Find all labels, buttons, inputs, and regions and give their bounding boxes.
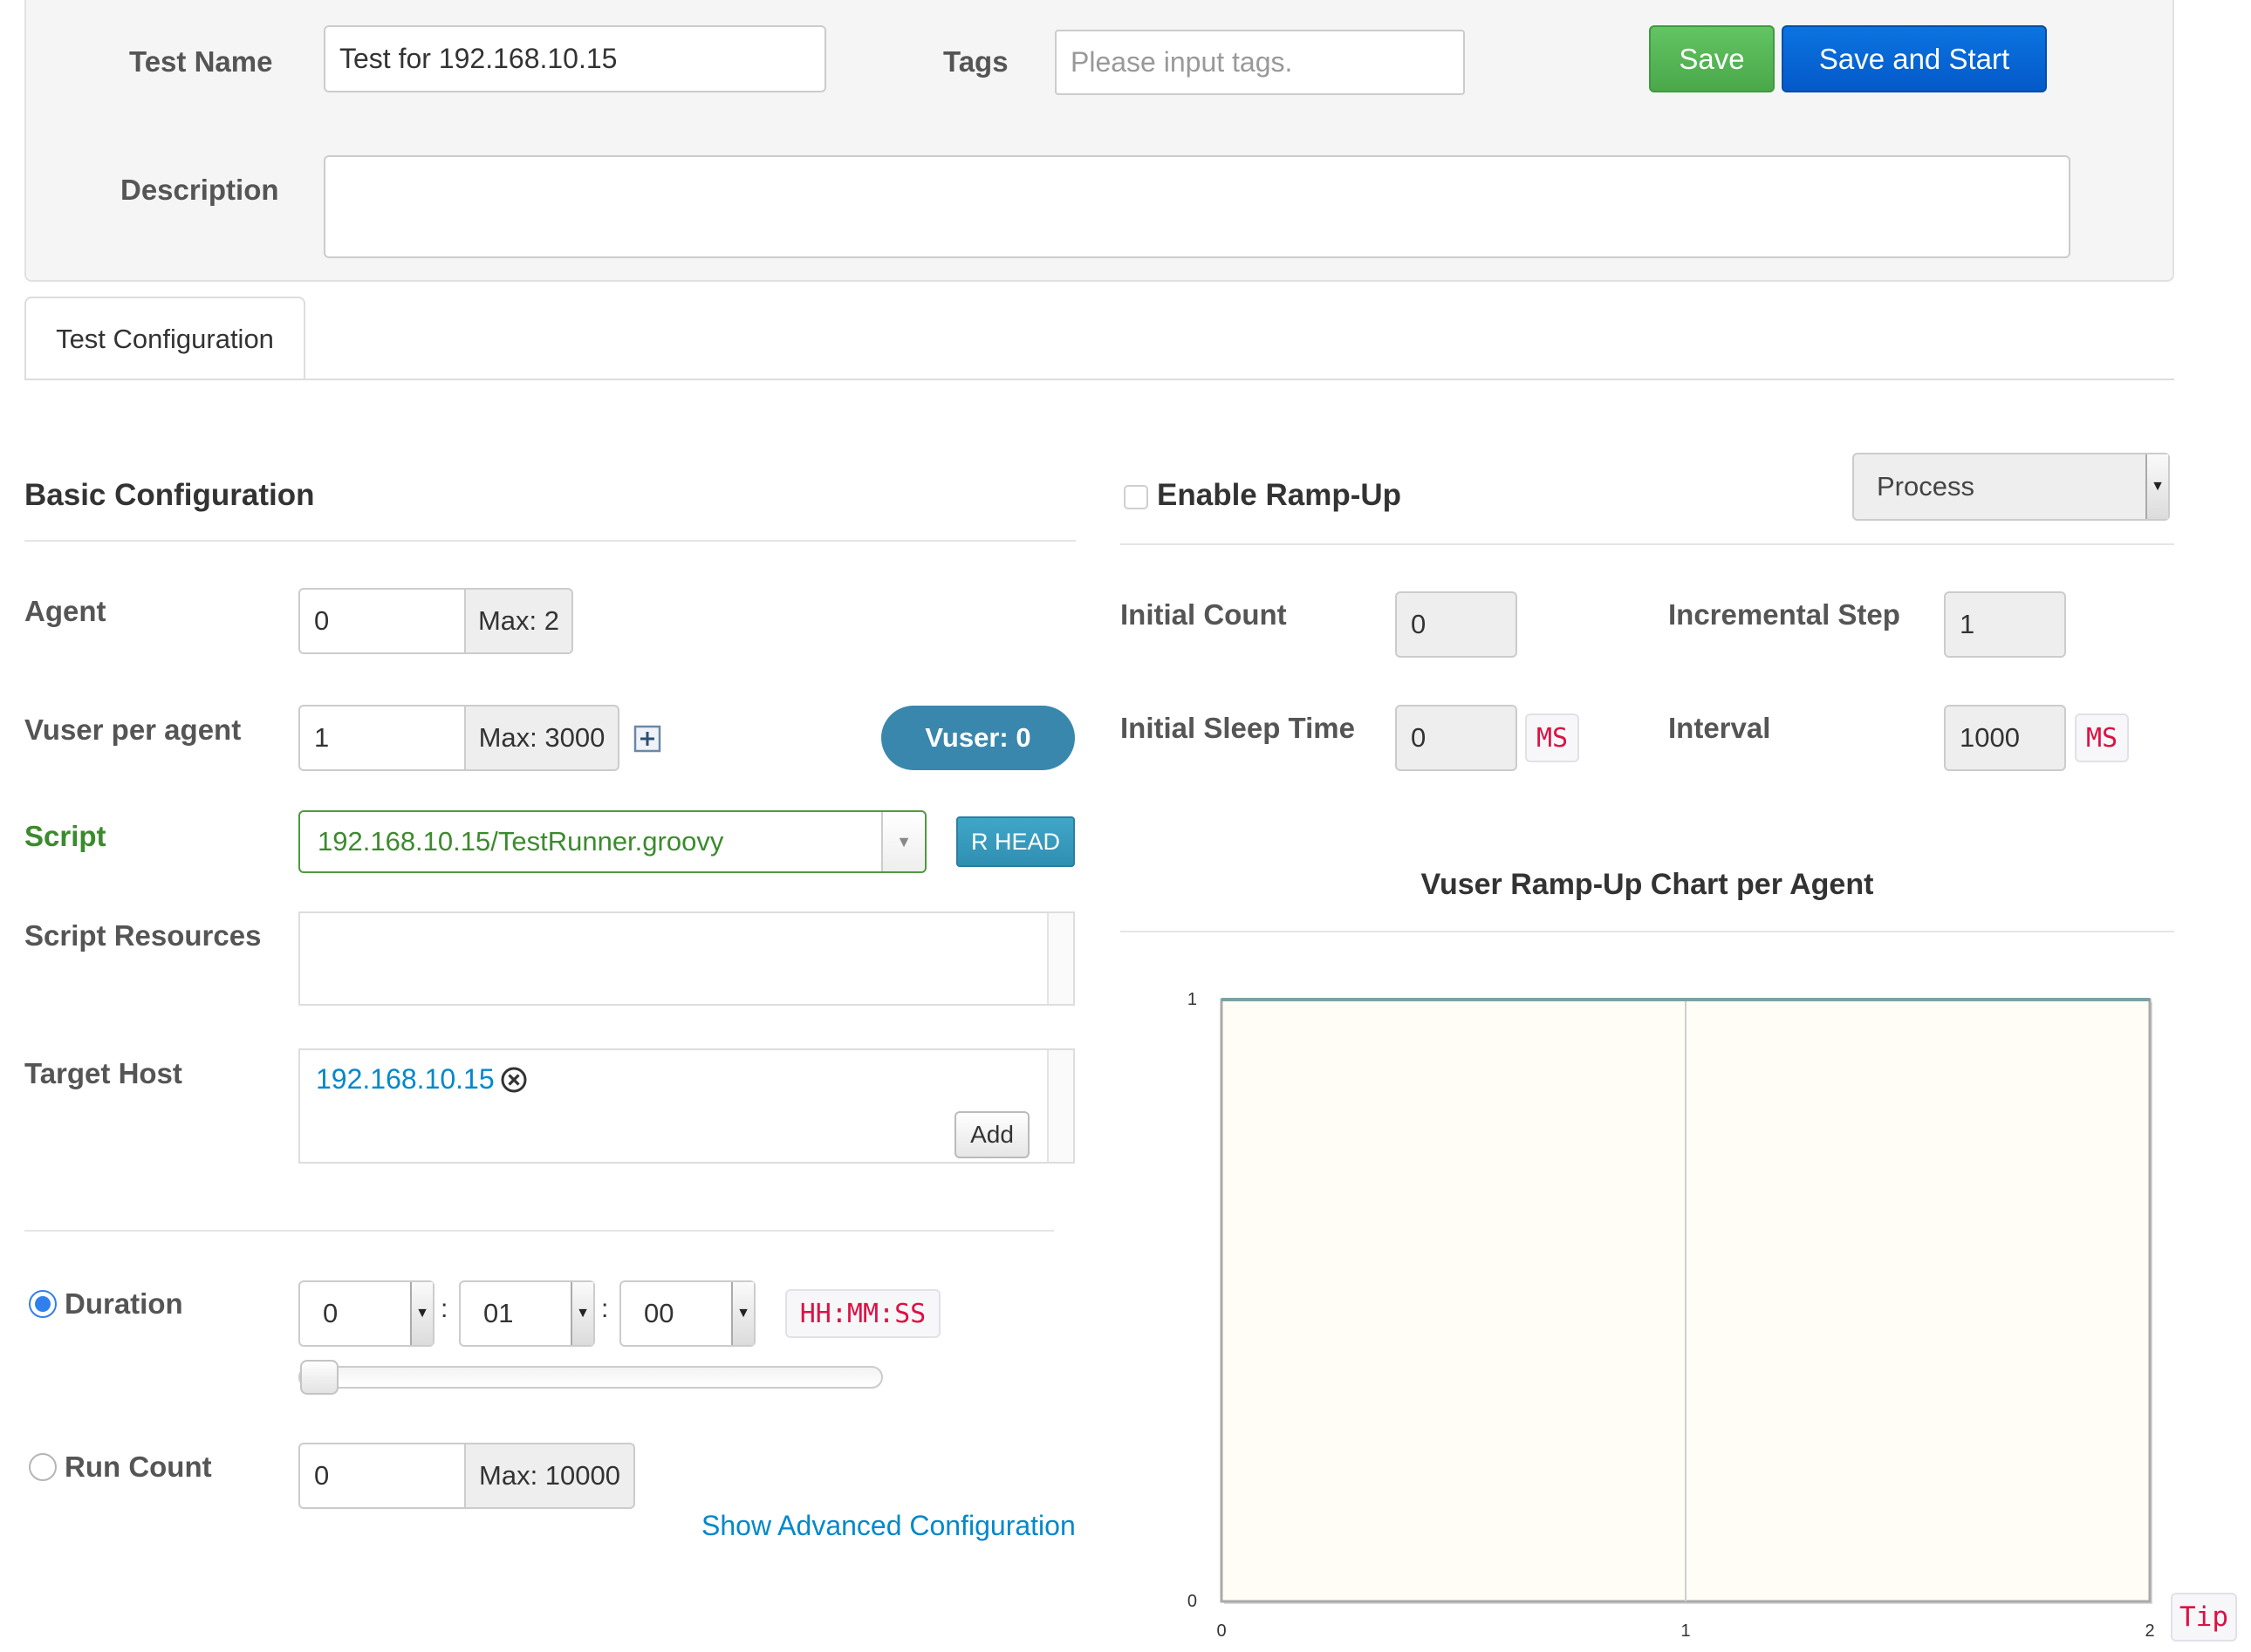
agent-label: Agent [24,595,106,627]
script-label: Script [24,820,106,852]
rampup-type-select[interactable]: Process ▼ [1852,453,2170,521]
basic-config-title: Basic Configuration [24,478,315,512]
save-button[interactable]: Save [1649,25,1775,92]
x-tick-label: 0 [1216,1621,1226,1641]
duration-seconds-value: 00 [644,1298,674,1328]
initial-count-label: Initial Count [1120,598,1287,631]
duration-slider-handle[interactable] [300,1360,339,1395]
duration-hours-select[interactable]: 0 ▼ [298,1280,434,1347]
caret-down-icon: ▼ [731,1282,754,1345]
interval-input[interactable]: 1000 [1944,705,2066,771]
x-tick-label: 2 [2145,1621,2154,1641]
chart-divider [1120,931,2174,932]
agent-value: 0 [314,605,330,636]
duration-label: Duration [65,1287,183,1320]
test-name-label: Test Name [129,45,273,78]
caret-down-icon: ▼ [571,1282,593,1345]
add-host-button[interactable]: Add [954,1111,1030,1158]
vuser-per-agent-label: Vuser per agent [24,713,242,746]
vuser-max-addon: Max: 3000 [464,705,619,771]
script-select[interactable]: 192.168.10.15/TestRunner.groovy ▼ [298,810,927,873]
enable-rampup-checkbox[interactable] [1124,485,1148,509]
time-separator: : [601,1294,609,1323]
interval-label: Interval [1668,712,1771,744]
basic-config-divider [24,540,1076,542]
script-resources-box [298,911,1075,1006]
circle-x-icon[interactable] [499,1065,529,1095]
run-count-input[interactable]: 0 [298,1443,466,1509]
time-separator: : [441,1294,448,1323]
duration-minutes-select[interactable]: 01 ▼ [459,1280,595,1347]
run-count-label: Run Count [65,1451,212,1483]
script-revision-button[interactable]: R HEAD [956,816,1075,867]
description-textarea[interactable] [324,155,2070,258]
script-value: 192.168.10.15/TestRunner.groovy [318,826,724,857]
target-host-scrollbar[interactable] [1047,1050,1073,1162]
duration-minutes-value: 01 [483,1298,514,1328]
initial-sleep-label: Initial Sleep Time [1120,712,1355,744]
rampup-type-value: Process [1877,471,1974,502]
agent-max-addon: Max: 2 [464,588,573,654]
vuser-total-badge: Vuser: 0 [881,706,1075,770]
duration-seconds-select[interactable]: 00 ▼ [619,1280,756,1347]
run-count-max-addon: Max: 10000 [464,1443,635,1509]
target-host-item[interactable]: 192.168.10.15 [316,1063,495,1096]
agent-input[interactable]: 0 [298,588,466,654]
duration-divider [24,1230,1054,1232]
radio-dot [35,1296,51,1312]
show-advanced-config-link[interactable]: Show Advanced Configuration [701,1510,1076,1542]
tab-test-configuration[interactable]: Test Configuration [24,297,305,380]
description-label: Description [120,174,279,206]
incremental-step-input[interactable]: 1 [1944,591,2066,658]
script-resources-label: Script Resources [24,919,262,952]
incremental-step-value: 1 [1960,609,1975,639]
resources-scrollbar[interactable] [1047,913,1073,1004]
target-host-label: Target Host [24,1057,182,1089]
rampup-chart: 0 1 2 0 1 [1187,990,2155,1641]
caret-down-icon: ▼ [410,1282,433,1345]
duration-radio[interactable] [29,1290,57,1318]
tab-divider [24,379,2174,380]
tags-placeholder: Please input tags. [1071,46,1293,78]
initial-sleep-unit: MS [1525,713,1579,762]
duration-hours-value: 0 [323,1298,339,1328]
tags-label: Tags [943,45,1009,78]
run-count-value: 0 [314,1460,330,1491]
y-tick-label: 1 [1187,990,1197,1009]
save-and-start-button[interactable]: Save and Start [1782,25,2047,92]
vuser-per-agent-input[interactable]: 1 [298,705,466,771]
test-name-input[interactable]: Test for 192.168.10.15 [324,25,826,92]
tags-input[interactable]: Please input tags. [1055,30,1465,95]
test-name-value: Test for 192.168.10.15 [339,43,618,74]
rampup-divider [1120,543,2174,545]
duration-format-hint: HH:MM:SS [785,1289,941,1338]
initial-sleep-input[interactable]: 0 [1395,705,1517,771]
x-tick-label: 1 [1680,1621,1690,1641]
chart-title: Vuser Ramp-Up Chart per Agent [1420,868,1874,901]
interval-unit: MS [2075,713,2129,762]
interval-value: 1000 [1960,722,2020,753]
initial-count-value: 0 [1411,609,1427,639]
caret-down-icon: ▼ [2145,454,2168,519]
incremental-step-label: Incremental Step [1668,598,1900,631]
run-count-radio[interactable] [29,1453,57,1481]
enable-rampup-label: Enable Ramp-Up [1157,478,1402,512]
plus-square-icon[interactable] [633,725,661,753]
vuser-per-agent-value: 1 [314,722,330,753]
caret-down-icon: ▼ [881,812,925,871]
tip-button[interactable]: Tip [2171,1593,2237,1642]
initial-count-input[interactable]: 0 [1395,591,1517,658]
duration-slider[interactable] [298,1360,883,1395]
tab-label: Test Configuration [56,324,274,354]
y-tick-label: 0 [1187,1592,1197,1611]
initial-sleep-value: 0 [1411,722,1427,753]
